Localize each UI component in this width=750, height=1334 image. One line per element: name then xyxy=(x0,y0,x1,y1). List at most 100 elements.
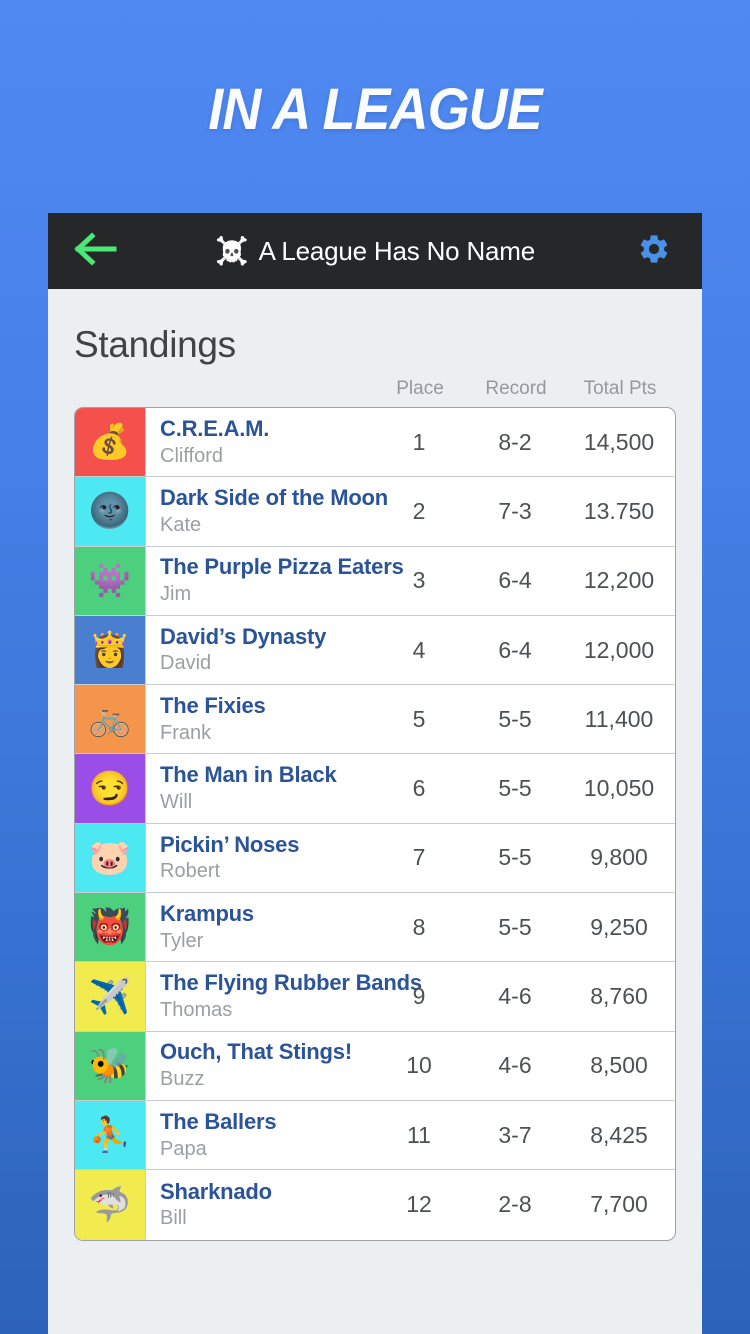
team-name[interactable]: Krampus xyxy=(160,901,371,928)
team-avatar: 👹 xyxy=(75,893,145,962)
cell-total-pts: 8,760 xyxy=(590,983,648,1010)
table-row[interactable]: 😏 The Man in Black Will 6 5-5 10,050 xyxy=(75,754,675,824)
gear-icon xyxy=(637,232,671,271)
cell-record: 5-5 xyxy=(498,705,532,732)
team-name[interactable]: Ouch, That Stings! xyxy=(160,1039,371,1066)
team-owner: Will xyxy=(160,791,193,814)
cell-total-pts: 12,200 xyxy=(583,567,655,594)
team-avatar: 👾 xyxy=(75,546,145,615)
navbar-title-group: ☠️ A League Has No Name xyxy=(48,213,702,289)
cell-total-pts: 9,250 xyxy=(590,913,648,940)
team-owner: Bill xyxy=(160,1207,187,1230)
team-name[interactable]: The Ballers xyxy=(160,1109,371,1136)
cell-record: 8-2 xyxy=(498,428,532,455)
team-name[interactable]: Dark Side of the Moon xyxy=(160,485,388,512)
team-owner: Papa xyxy=(160,1137,207,1160)
page-title: Standings xyxy=(74,324,236,365)
league-title: A League Has No Name xyxy=(258,235,536,266)
team-cell: The Flying Rubber Bands Thomas xyxy=(145,962,422,1031)
team-name[interactable]: C.R.E.A.M. xyxy=(160,416,371,443)
cell-place: 6 xyxy=(412,775,426,802)
cell-total-pts: 13.750 xyxy=(583,497,655,524)
cell-total-pts: 9,800 xyxy=(590,844,648,871)
team-owner: Buzz xyxy=(160,1068,205,1091)
navigation-bar: ☠️ A League Has No Name xyxy=(48,213,702,289)
cell-total-pts: 8,425 xyxy=(590,1121,648,1148)
cell-total-pts: 12,000 xyxy=(583,636,655,663)
team-cell: The Ballers Papa xyxy=(145,1100,371,1170)
team-avatar: 🐷 xyxy=(75,823,145,893)
team-cell: Pickin’ Noses Robert xyxy=(145,823,371,893)
cell-record: 2-8 xyxy=(498,1191,532,1218)
team-owner: Robert xyxy=(160,860,221,883)
team-cell: Ouch, That Stings! Buzz xyxy=(145,1031,371,1100)
column-header-place: Place xyxy=(396,378,444,399)
cell-place: 5 xyxy=(412,705,426,732)
table-row[interactable]: 🐝 Ouch, That Stings! Buzz 10 4-6 8,500 xyxy=(75,1031,675,1101)
cell-record: 7-3 xyxy=(498,497,532,524)
cell-record: 4-6 xyxy=(498,983,532,1010)
team-avatar: 🌚 xyxy=(75,477,145,546)
cell-place: 9 xyxy=(412,983,426,1010)
table-row[interactable]: 🌚 Dark Side of the Moon Kate 2 7-3 13.750 xyxy=(75,477,675,547)
promo-headline: IN A LEAGUE xyxy=(208,77,542,142)
team-cell: C.R.E.A.M. Clifford xyxy=(145,408,371,477)
team-name[interactable]: The Purple Pizza Eaters xyxy=(160,554,404,581)
column-headers: Place Record Total Pts xyxy=(74,378,676,407)
cell-total-pts: 7,700 xyxy=(590,1191,648,1218)
cell-place: 10 xyxy=(406,1052,432,1079)
standings-panel: Standings Place Record Total Pts 💰 C.R.E.… xyxy=(48,289,702,1334)
team-avatar: 🚲 xyxy=(75,685,145,754)
team-owner: Tyler xyxy=(160,929,204,952)
cell-place: 4 xyxy=(412,636,426,663)
team-name[interactable]: Sharknado xyxy=(160,1179,371,1206)
skull-crossbones-icon: ☠️ xyxy=(214,235,249,266)
back-arrow-icon xyxy=(74,231,118,271)
team-cell: Dark Side of the Moon Kate xyxy=(145,477,388,546)
team-avatar: ⛹️ xyxy=(75,1100,145,1170)
table-row[interactable]: 👸 David’s Dynasty David 4 6-4 12,000 xyxy=(75,615,675,686)
table-row[interactable]: 💰 C.R.E.A.M. Clifford 1 8-2 14,500 xyxy=(75,408,675,478)
table-row[interactable]: ✈️ The Flying Rubber Bands Thomas 9 4-6 8,760 xyxy=(75,962,675,1032)
team-name[interactable]: The Man in Black xyxy=(160,762,371,789)
cell-record: 6-4 xyxy=(498,636,532,663)
team-owner: Frank xyxy=(160,721,212,744)
team-owner: Clifford xyxy=(160,444,223,467)
cell-total-pts: 10,050 xyxy=(583,775,655,802)
table-row[interactable]: 🐷 Pickin’ Noses Robert 7 5-5 9,800 xyxy=(75,823,675,894)
team-name[interactable]: The Fixies xyxy=(160,693,371,720)
cell-total-pts: 14,500 xyxy=(583,428,655,455)
cell-place: 11 xyxy=(407,1121,431,1148)
cell-total-pts: 11,400 xyxy=(584,705,654,732)
cell-place: 7 xyxy=(412,844,426,871)
team-cell: Krampus Tyler xyxy=(145,893,371,962)
column-header-total-pts: Total Pts xyxy=(583,378,657,399)
table-row[interactable]: 🚲 The Fixies Frank 5 5-5 11,400 xyxy=(75,685,675,755)
team-cell: David’s Dynasty David xyxy=(145,615,371,685)
cell-record: 4-6 xyxy=(498,1052,532,1079)
team-cell: The Man in Black Will xyxy=(145,754,371,823)
team-avatar: 💰 xyxy=(75,408,145,477)
team-avatar: 👸 xyxy=(75,615,145,685)
table-row[interactable]: 👹 Krampus Tyler 8 5-5 9,250 xyxy=(75,893,675,963)
team-owner: Thomas xyxy=(160,998,233,1021)
table-row[interactable]: 👾 The Purple Pizza Eaters Jim 3 6-4 12,200 xyxy=(75,546,675,616)
cell-record: 5-5 xyxy=(498,913,532,940)
table-row[interactable]: ⛹️ The Ballers Papa 11 3-7 8,425 xyxy=(75,1100,675,1171)
team-name[interactable]: The Flying Rubber Bands xyxy=(160,970,422,997)
table-row[interactable]: 🦈 Sharknado Bill 12 2-8 7,700 xyxy=(75,1170,675,1240)
team-owner: David xyxy=(160,652,212,675)
cell-place: 2 xyxy=(412,497,426,524)
back-button[interactable] xyxy=(74,231,122,271)
team-name[interactable]: Pickin’ Noses xyxy=(160,832,371,859)
cell-record: 6-4 xyxy=(498,567,532,594)
team-cell: The Purple Pizza Eaters Jim xyxy=(145,546,404,615)
cell-record: 3-7 xyxy=(498,1121,532,1148)
team-owner: Kate xyxy=(160,513,202,536)
settings-button[interactable] xyxy=(632,229,676,273)
cell-total-pts: 8,500 xyxy=(590,1052,648,1079)
column-header-record: Record xyxy=(485,378,547,399)
team-avatar: 🐝 xyxy=(75,1031,145,1100)
team-avatar: 🦈 xyxy=(75,1170,145,1240)
team-name[interactable]: David’s Dynasty xyxy=(160,624,371,651)
